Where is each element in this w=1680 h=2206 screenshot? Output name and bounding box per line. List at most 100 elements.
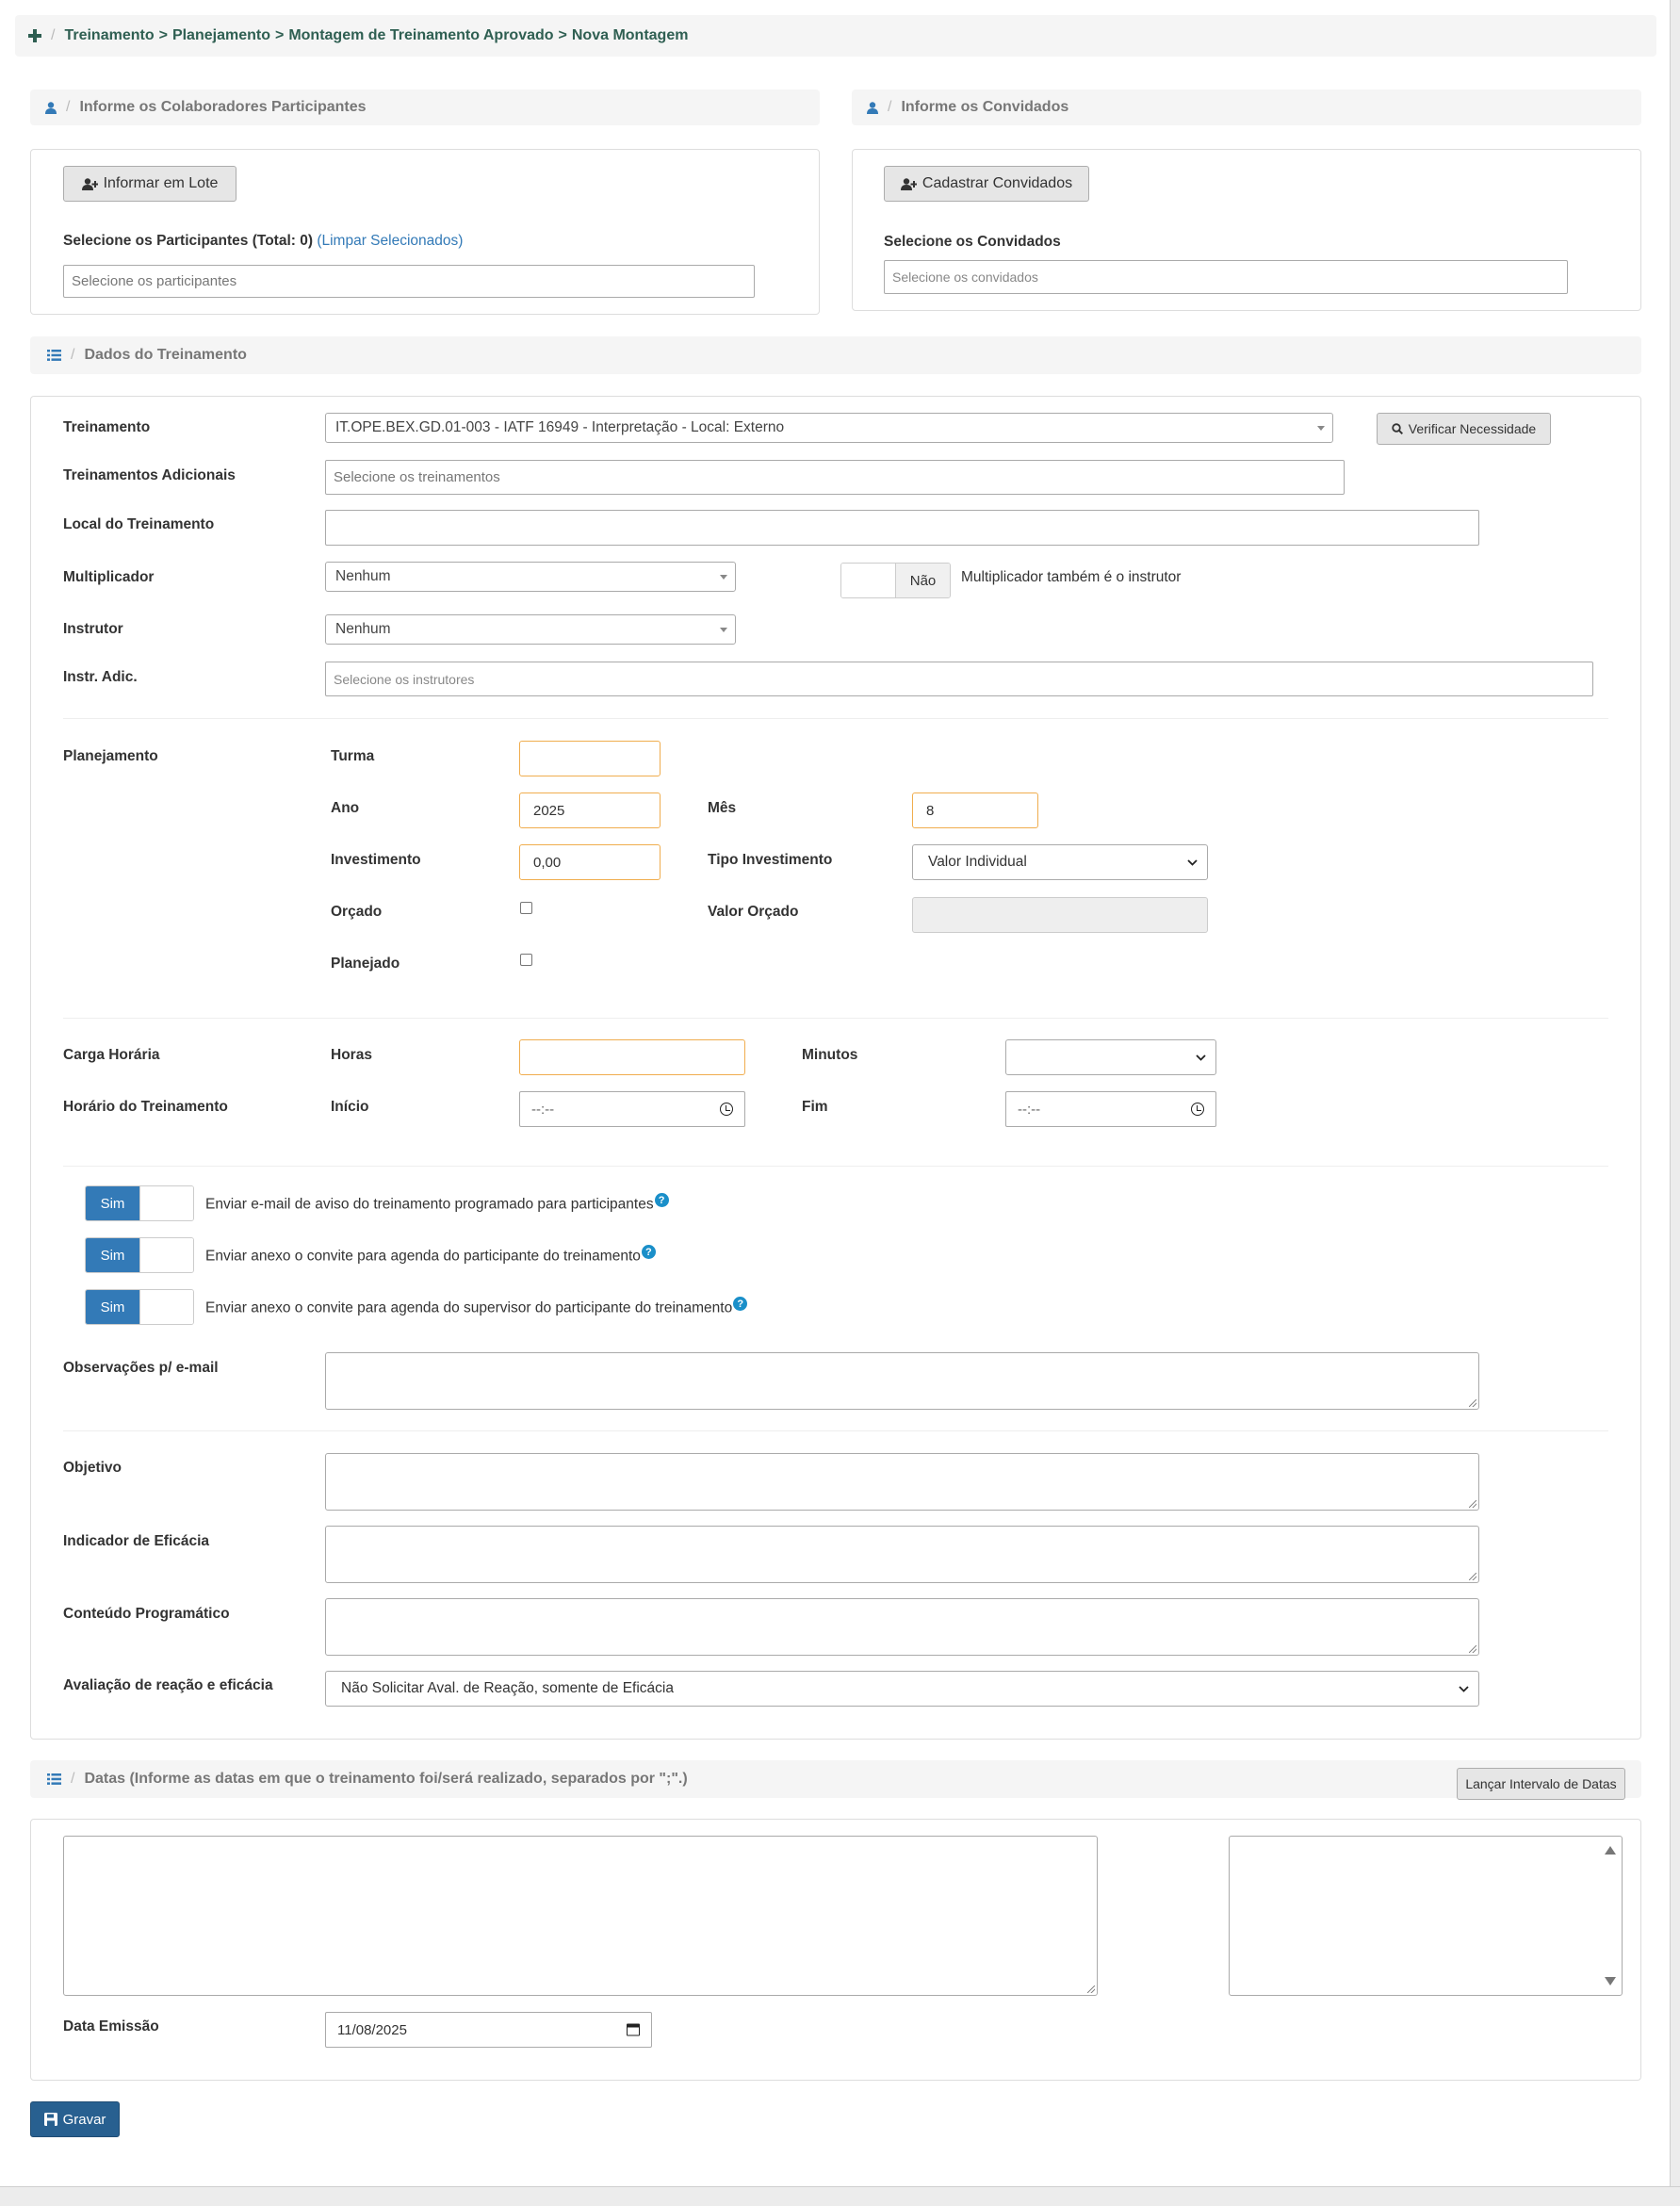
avaliacao-value: Não Solicitar Aval. de Reação, somente d… [341, 1680, 674, 1696]
adicionais-select-input[interactable]: Selecione os treinamentos [325, 460, 1345, 495]
ano-input[interactable]: 2025 [519, 793, 661, 828]
participants-select-input[interactable]: Selecione os participantes [63, 265, 755, 298]
data-emissao-value: 11/08/2025 [337, 2021, 407, 2038]
dates-textarea[interactable] [63, 1836, 1098, 1996]
save-button[interactable]: Gravar [30, 2101, 120, 2137]
instrutor-select[interactable]: Nenhum [325, 614, 736, 645]
resize-grip-icon[interactable] [1469, 1573, 1476, 1580]
window-frame-right [1670, 0, 1680, 2206]
toggle-off-label: Não [895, 564, 950, 597]
valor-orcado-label: Valor Orçado [708, 904, 799, 920]
dates-list[interactable] [1229, 1836, 1623, 1996]
toggle-handle [139, 1186, 193, 1220]
divider [63, 1166, 1608, 1167]
notify-email-toggle[interactable]: Sim [85, 1185, 194, 1221]
orcado-label: Orçado [331, 904, 383, 920]
tipo-investimento-value: Valor Individual [928, 854, 1027, 870]
planejado-label: Planejado [331, 956, 400, 972]
multiplicador-select[interactable]: Nenhum [325, 562, 736, 592]
batch-inform-button[interactable]: Informar em Lote [63, 166, 237, 202]
caret-down-icon [720, 628, 727, 632]
instr-adic-select-input[interactable]: Selecione os instrutores [325, 662, 1593, 696]
minutos-select[interactable] [1005, 1039, 1216, 1075]
conteudo-label: Conteúdo Programático [63, 1606, 230, 1622]
plus-icon[interactable] [28, 29, 41, 42]
multiplicador-label: Multiplicador [63, 569, 155, 585]
avaliacao-label: Avaliação de reação e eficácia [63, 1677, 273, 1693]
chevron-down-icon [1196, 1051, 1206, 1064]
multiplicador-instrutor-text: Multiplicador também é o instrutor [961, 569, 1182, 585]
objetivo-textarea[interactable] [325, 1453, 1479, 1511]
dates-section-title: Datas (Informe as datas em que o treinam… [84, 1771, 688, 1787]
participants-select-label: Selecione os Participantes (Total: 0) (L… [63, 233, 463, 250]
conteudo-textarea[interactable] [325, 1598, 1479, 1656]
help-icon[interactable]: ? [654, 1193, 669, 1207]
orcado-checkbox[interactable] [520, 902, 532, 914]
caret-down-icon [720, 575, 727, 580]
floppy-disk-icon [43, 2113, 57, 2126]
treinamento-value: IT.OPE.BEX.GD.01-003 - IATF 16949 - Inte… [335, 419, 785, 435]
indicador-textarea[interactable] [325, 1526, 1479, 1583]
guests-select-label: Selecione os Convidados [884, 234, 1061, 250]
toggle-on-label: Sim [86, 1238, 139, 1272]
resize-grip-icon[interactable] [1469, 1500, 1476, 1508]
tipo-investimento-select[interactable]: Valor Individual [912, 844, 1208, 880]
horas-input[interactable] [519, 1039, 745, 1075]
obs-email-textarea[interactable] [325, 1352, 1479, 1410]
instr-adic-label: Instr. Adic. [63, 669, 138, 685]
user-plus-icon [81, 177, 98, 190]
breadcrumb-item-montagem[interactable]: Montagem de Treinamento Aprovado [288, 27, 553, 44]
notify-participant-agenda-toggle[interactable]: Sim [85, 1237, 194, 1273]
batch-inform-label: Informar em Lote [103, 175, 219, 191]
data-emissao-input[interactable]: 11/08/2025 [325, 2012, 652, 2048]
inicio-time-input[interactable]: --:-- [519, 1091, 745, 1127]
turma-input[interactable] [519, 741, 661, 776]
notify-supervisor-agenda-toggle[interactable]: Sim [85, 1289, 194, 1325]
fim-label: Fim [802, 1099, 828, 1115]
date-range-button[interactable]: Lançar Intervalo de Datas [1457, 1768, 1625, 1800]
clear-selected-link[interactable]: (Limpar Selecionados) [317, 233, 463, 249]
participants-total-label: Selecione os Participantes (Total: 0) [63, 233, 314, 249]
adicionais-label: Treinamentos Adicionais [63, 467, 236, 483]
multiplicador-instrutor-toggle[interactable]: Não [840, 563, 951, 598]
planejado-checkbox[interactable] [520, 954, 532, 966]
valor-orcado-input [912, 897, 1208, 933]
ano-label: Ano [331, 800, 360, 816]
breadcrumb-separator: > [558, 27, 567, 43]
save-label: Gravar [62, 2111, 106, 2128]
inicio-label: Início [331, 1099, 369, 1115]
breadcrumb-item-treinamento[interactable]: Treinamento [64, 27, 154, 44]
fim-time-input[interactable]: --:-- [1005, 1091, 1216, 1127]
resize-grip-icon[interactable] [1087, 1985, 1095, 1993]
horario-label: Horário do Treinamento [63, 1099, 228, 1115]
treinamento-label: Treinamento [63, 419, 151, 435]
horas-label: Horas [331, 1047, 372, 1063]
turma-label: Turma [331, 748, 375, 764]
avaliacao-select[interactable]: Não Solicitar Aval. de Reação, somente d… [325, 1671, 1479, 1707]
toggle-handle [841, 564, 895, 597]
verify-need-button[interactable]: Verificar Necessidade [1377, 413, 1551, 445]
scroll-down-icon[interactable] [1605, 1973, 1616, 1989]
guests-select-input[interactable]: Selecione os convidados [884, 260, 1568, 294]
caret-down-icon [1317, 426, 1325, 431]
local-input[interactable] [325, 510, 1479, 546]
calendar-icon[interactable] [627, 2023, 640, 2036]
notify-supervisor-agenda-text: Enviar anexo o convite para agenda do su… [205, 1297, 748, 1317]
chevron-down-icon [1187, 856, 1198, 869]
search-icon [1392, 423, 1403, 434]
treinamento-select[interactable]: IT.OPE.BEX.GD.01-003 - IATF 16949 - Inte… [325, 413, 1333, 443]
resize-grip-icon[interactable] [1469, 1399, 1476, 1407]
breadcrumb-item-planejamento[interactable]: Planejamento [172, 27, 270, 44]
resize-grip-icon[interactable] [1469, 1645, 1476, 1653]
mes-input[interactable]: 8 [912, 793, 1038, 828]
local-label: Local do Treinamento [63, 516, 215, 532]
help-icon[interactable]: ? [641, 1245, 656, 1259]
scroll-up-icon[interactable] [1605, 1842, 1616, 1858]
investimento-label: Investimento [331, 852, 421, 868]
investimento-input[interactable]: 0,00 [519, 844, 661, 880]
divider [63, 1018, 1608, 1019]
tipo-investimento-label: Tipo Investimento [708, 852, 833, 868]
dates-section-header: / Datas (Informe as datas em que o trein… [30, 1760, 1641, 1798]
help-icon[interactable]: ? [733, 1297, 748, 1311]
register-guests-button[interactable]: Cadastrar Convidados [884, 166, 1089, 202]
